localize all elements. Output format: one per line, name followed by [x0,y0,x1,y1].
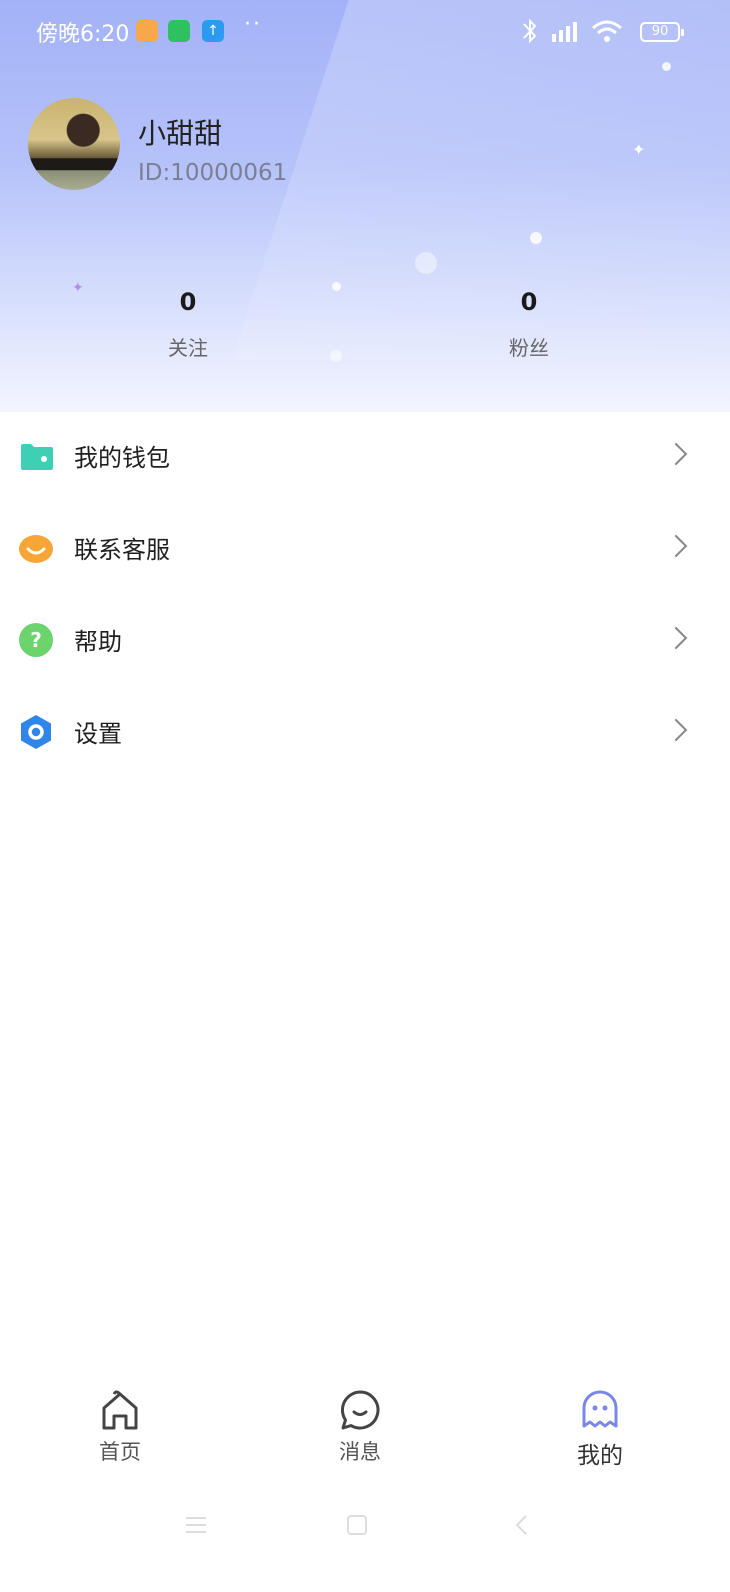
following-label: 关注 [168,336,208,360]
following-count: 0 [179,288,197,316]
star-sparkle-icon: ✦ [632,140,646,159]
system-navigation-bar [0,1500,730,1560]
battery-indicator: 90 [640,22,684,42]
sparkle [530,232,542,244]
settings-icon [21,715,51,749]
notification-app-icon [136,20,158,42]
more-notifications-icon: ·· [244,12,262,37]
menu-item-wallet[interactable]: 我的钱包 [0,412,730,504]
nav-label-profile: 我的 [577,1443,623,1469]
wifi-icon [592,20,622,42]
menu-label-settings: 设置 [74,720,122,748]
wechat-icon [168,20,190,42]
sparkle [415,252,437,274]
message-icon [340,1390,380,1430]
sparkle [330,350,342,362]
home-square-icon[interactable] [346,1514,368,1536]
menu-item-settings[interactable]: 设置 [0,688,730,780]
bottom-navigation: 首页 消息 我的 [0,1380,730,1490]
menu-icon[interactable] [184,1514,208,1536]
sparkle [332,282,341,291]
menu-label-wallet: 我的钱包 [74,444,170,472]
menu-label-help: 帮助 [74,628,122,656]
bluetooth-icon [523,18,537,44]
menu-label-customer-service: 联系客服 [74,536,170,564]
chevron-right-icon [664,626,688,650]
signal-icon [552,22,577,42]
menu-item-help[interactable]: ? 帮助 [0,596,730,688]
user-id: ID:10000061 [138,160,288,186]
nav-tab-messages[interactable]: 消息 [300,1388,420,1466]
profile-ghost-icon [582,1390,618,1428]
star-sparkle-icon: ✦ [72,280,84,296]
svg-text:?: ? [30,628,42,652]
upload-icon: ↑ [202,20,224,42]
customer-service-icon [19,535,53,563]
followers-stat[interactable]: 0 粉丝 [449,288,609,361]
chevron-right-icon [664,534,688,558]
home-icon [102,1390,138,1430]
username: 小甜甜 [138,117,223,150]
nav-tab-profile[interactable]: 我的 [540,1388,660,1470]
chevron-right-icon [664,442,688,466]
followers-count: 0 [520,288,538,316]
nav-label-messages: 消息 [339,1440,381,1464]
wallet-icon [21,444,53,470]
status-time: 傍晚6:20 [36,22,130,47]
followers-label: 粉丝 [509,336,549,360]
nav-tab-home[interactable]: 首页 [60,1388,180,1466]
following-stat[interactable]: 0 关注 [108,288,268,361]
chevron-right-icon [664,718,688,742]
nav-label-home: 首页 [99,1440,141,1464]
menu-item-customer-service[interactable]: 联系客服 [0,504,730,596]
menu-list: 我的钱包 联系客服 ? 帮助 设置 [0,412,730,780]
status-bar: 傍晚6:20 ↑ ·· 90 [0,0,730,64]
back-icon[interactable] [512,1514,532,1536]
help-icon: ? [19,623,53,657]
avatar[interactable] [28,98,120,190]
